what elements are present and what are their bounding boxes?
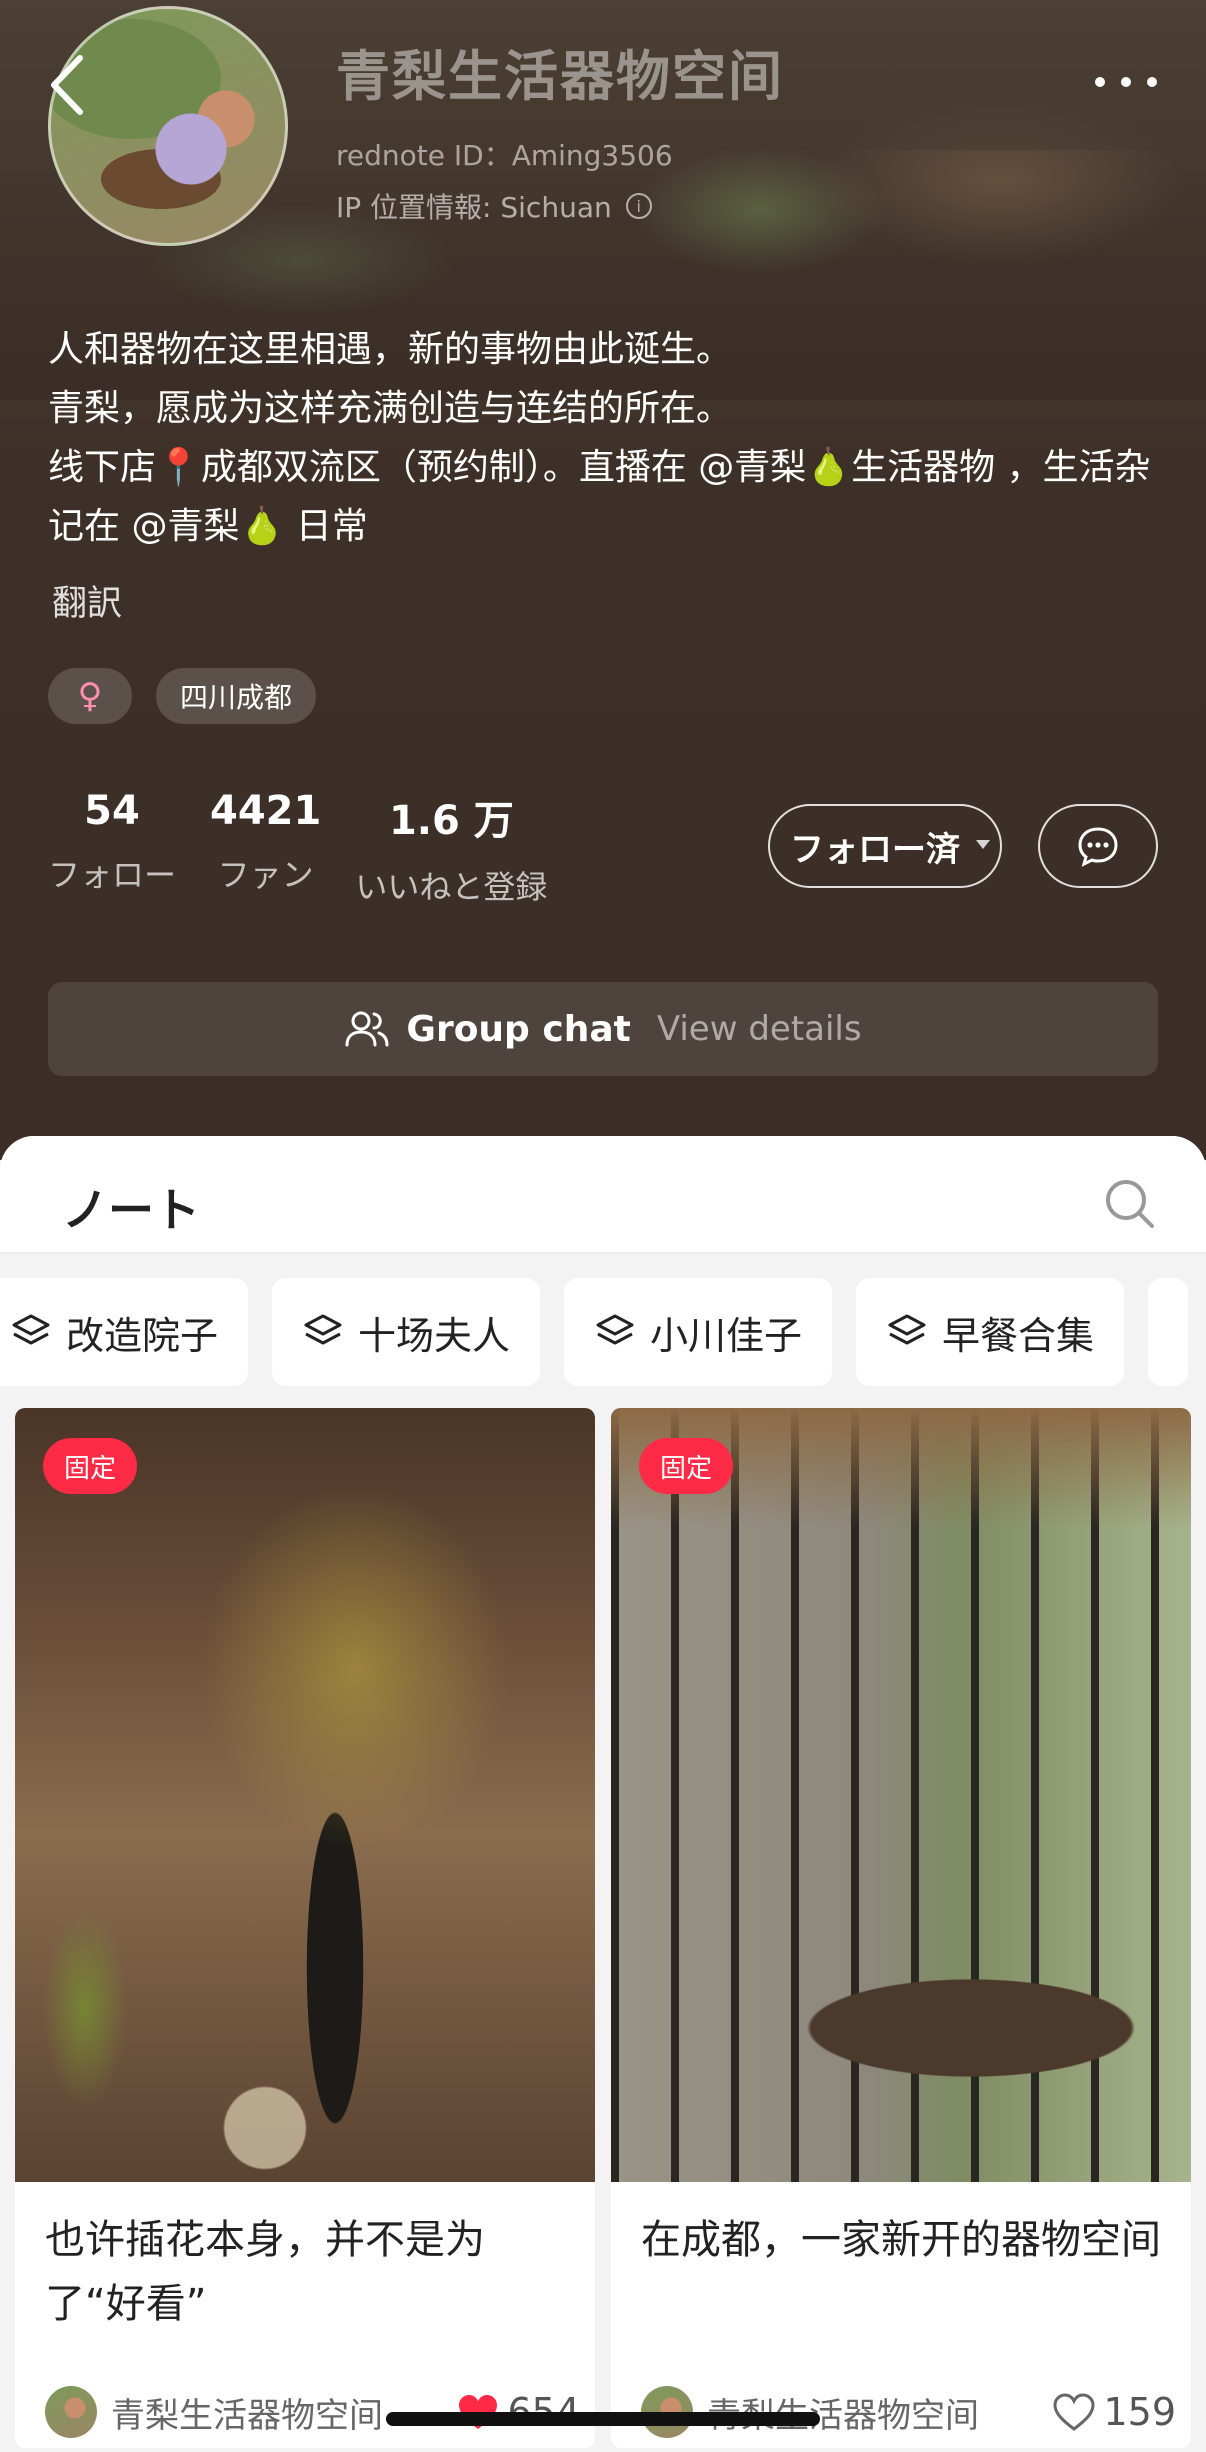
group-icon bbox=[345, 1011, 389, 1047]
layers-icon bbox=[12, 1314, 50, 1345]
collection-chips: 改造院子 十场夫人 小川佳子 早餐合集 bbox=[0, 1278, 1189, 1386]
ip-location-text: IP 位置情報: Sichuan bbox=[336, 191, 612, 224]
note-title[interactable]: 也许插花本身，并不是为了“好看” bbox=[45, 2208, 565, 2336]
back-arrow-icon bbox=[51, 55, 83, 115]
pinned-badge: 固定 bbox=[639, 1438, 733, 1494]
back-button[interactable] bbox=[40, 50, 100, 120]
like-count: 159 bbox=[1103, 2390, 1176, 2434]
pinned-badge: 固定 bbox=[43, 1438, 137, 1494]
profile-stats: 54 フォロー 4421 ファン 1.6 万 いいねと登録 bbox=[48, 788, 581, 908]
note-card[interactable]: 固定 在成都，一家新开的器物空间 青梨生活器物空间 159 bbox=[611, 1408, 1191, 2448]
rednote-id: rednote ID：Aming3506 bbox=[336, 139, 673, 172]
avatar[interactable] bbox=[48, 6, 288, 246]
profile-tags: ♀ 四川成都 bbox=[48, 668, 317, 724]
notes-header: ノート bbox=[0, 1136, 1206, 1254]
profile-header: 青梨生活器物空间 rednote ID：Aming3506 IP 位置情報: S… bbox=[0, 0, 1206, 1160]
gender-tag: ♀ bbox=[48, 668, 132, 724]
note-title[interactable]: 在成都，一家新开的器物空间 bbox=[641, 2208, 1161, 2272]
note-cover-image[interactable] bbox=[611, 1408, 1191, 2182]
location-tag: 四川成都 bbox=[156, 668, 317, 724]
collection-label: 小川佳子 bbox=[650, 1313, 803, 1358]
collection-chip[interactable]: 小川佳子 bbox=[564, 1278, 833, 1386]
like-button[interactable]: 159 bbox=[1053, 2390, 1176, 2434]
layers-icon bbox=[888, 1314, 926, 1345]
stat-likes[interactable]: 1.6 万 いいねと登録 bbox=[355, 788, 547, 908]
bio-line: 人和器物在这里相遇，新的事物由此诞生。 bbox=[48, 329, 733, 370]
ip-location: IP 位置情報: Sichuan i bbox=[336, 186, 652, 226]
home-indicator bbox=[386, 2412, 820, 2426]
heart-icon bbox=[1053, 2393, 1095, 2431]
stat-fans[interactable]: 4421 ファン bbox=[210, 788, 321, 908]
stat-following[interactable]: 54 フォロー bbox=[48, 788, 176, 908]
profile-name: 青梨生活器物空间 bbox=[336, 45, 784, 108]
layers-icon bbox=[596, 1314, 634, 1345]
search-button[interactable] bbox=[1102, 1176, 1156, 1230]
stat-value: 4421 bbox=[210, 788, 322, 834]
stat-label: いいねと登録 bbox=[355, 868, 548, 906]
more-button[interactable] bbox=[1086, 62, 1166, 102]
collection-chip[interactable]: 十场夫人 bbox=[272, 1278, 541, 1386]
bio: 人和器物在这里相遇，新的事物由此诞生。 青梨，愿成为这样充满创造与连结的所在。 … bbox=[48, 320, 1168, 556]
collection-label: 改造院子 bbox=[66, 1313, 219, 1358]
collection-label: 早餐合集 bbox=[942, 1313, 1095, 1358]
author-avatar[interactable] bbox=[45, 2386, 97, 2438]
search-icon bbox=[1106, 1180, 1154, 1228]
message-icon bbox=[1078, 827, 1118, 867]
info-icon[interactable]: i bbox=[625, 193, 652, 219]
bio-line: 线下店📍成都双流区（预约制）。直播在 @青梨🍐生活器物 ，生活杂记在 @青梨🍐 … bbox=[48, 447, 1151, 547]
note-card[interactable]: 固定 也许插花本身，并不是为了“好看” 青梨生活器物空间 654 bbox=[15, 1408, 595, 2448]
note-cover-image[interactable] bbox=[15, 1408, 595, 2182]
stat-value: 1.6 万 bbox=[388, 798, 514, 844]
group-chat-link[interactable]: View details bbox=[657, 1009, 862, 1049]
group-chat-title: Group chat bbox=[406, 1008, 631, 1050]
notes-tab[interactable]: ノート bbox=[62, 1174, 200, 1240]
notes-panel: ノート 改造院子 十场夫人 小川佳子 早餐合集 固定 也许插花本身，并不是为了“… bbox=[0, 1136, 1206, 2452]
more-icon bbox=[1095, 77, 1157, 87]
follow-label: フォロー済 bbox=[790, 829, 960, 870]
message-button[interactable] bbox=[1038, 804, 1158, 888]
bio-line: 青梨，愿成为这样充满创造与连结的所在。 bbox=[48, 388, 733, 429]
follow-button[interactable]: フォロー済 bbox=[768, 804, 1002, 888]
translate-link[interactable]: 翻訳 bbox=[52, 575, 122, 626]
group-chat-banner[interactable]: Group chat View details bbox=[48, 982, 1158, 1076]
collection-chip[interactable]: 早餐合集 bbox=[856, 1278, 1125, 1386]
stat-value: 54 bbox=[84, 788, 140, 834]
layers-icon bbox=[304, 1314, 342, 1345]
chevron-down-icon bbox=[976, 840, 990, 849]
stat-label: フォロー bbox=[48, 856, 177, 894]
collection-chip[interactable]: 改造院子 bbox=[0, 1278, 249, 1386]
stat-label: ファン bbox=[217, 856, 314, 894]
collection-label: 十场夫人 bbox=[358, 1313, 511, 1358]
collection-chip[interactable] bbox=[1148, 1278, 1189, 1386]
